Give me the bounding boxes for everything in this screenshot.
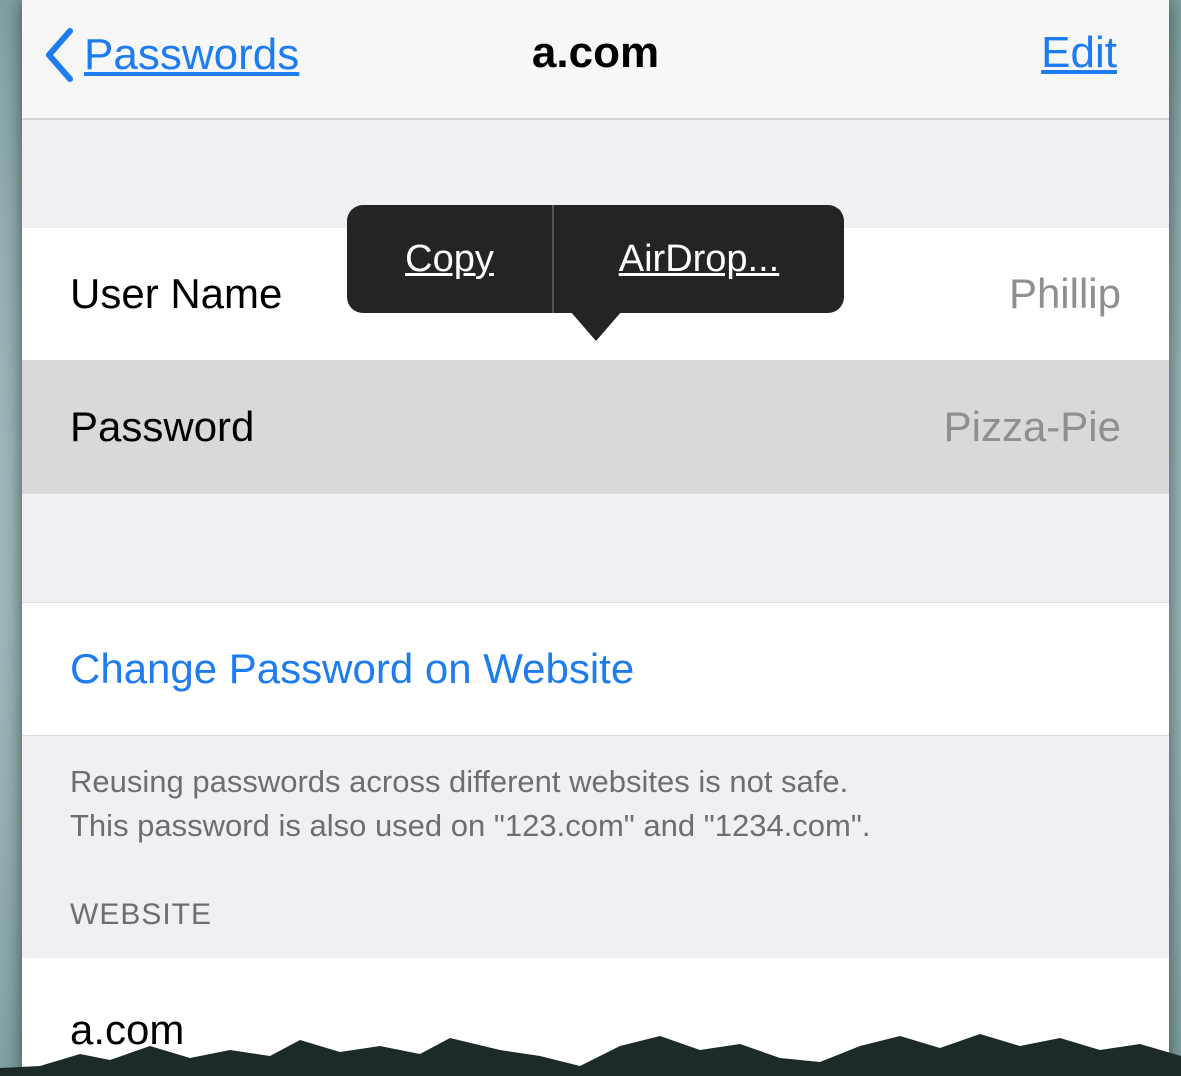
page-title: a.com <box>531 28 660 77</box>
change-password-link[interactable]: Change Password on Website <box>70 645 634 693</box>
popover-arrow <box>570 311 622 341</box>
edit-button[interactable]: Edit <box>1041 28 1117 78</box>
edit-menu-popover: Copy AirDrop... <box>347 205 844 313</box>
username-value: Phillip <box>1008 270 1121 317</box>
warning-line-2: This password is also used on "123.com" … <box>70 808 871 843</box>
password-row[interactable]: Password Pizza-Pie <box>22 360 1169 494</box>
copy-button[interactable]: Copy <box>347 205 554 313</box>
change-password-row[interactable]: Change Password on Website <box>22 602 1169 736</box>
password-value: Pizza-Pie <box>943 403 1121 450</box>
website-section-header: WEBSITE <box>70 898 213 931</box>
password-label: Password <box>70 403 255 450</box>
password-detail-screen: Passwords a.com Edit User Name Phillip P… <box>22 0 1169 1076</box>
password-reuse-warning: Reusing passwords across different websi… <box>70 760 1130 848</box>
username-label: User Name <box>70 270 283 317</box>
navigation-bar: Passwords a.com Edit <box>22 0 1169 120</box>
torn-edge-decoration <box>0 1034 1181 1076</box>
warning-line-1: Reusing passwords across different websi… <box>70 764 849 799</box>
airdrop-button[interactable]: AirDrop... <box>554 205 844 313</box>
